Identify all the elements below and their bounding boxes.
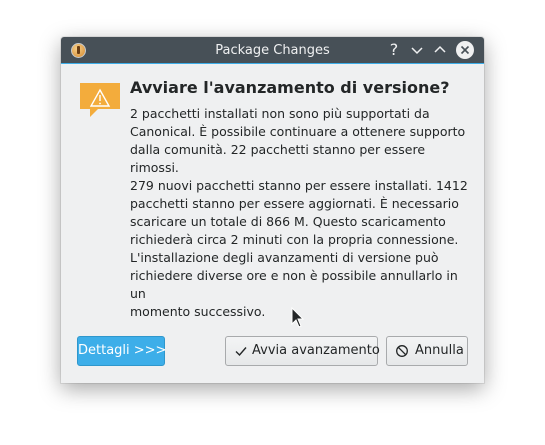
start-upgrade-button[interactable]: Avvia avanzamento — [225, 336, 380, 366]
minimize-button[interactable] — [407, 40, 427, 60]
chevron-up-icon — [434, 45, 446, 53]
maximize-button[interactable] — [430, 40, 450, 60]
message-line: pacchetti stanno per essere aggiornati. … — [130, 196, 459, 211]
message-line: scaricare un totale di 866 M. Questo sca… — [130, 214, 446, 229]
help-button[interactable]: ? — [384, 40, 404, 60]
close-button[interactable] — [456, 41, 474, 59]
checkmark-icon — [235, 347, 247, 357]
message-line: Canonical. È possibile continuare a otte… — [130, 124, 466, 139]
cancel-label: Annulla — [415, 343, 464, 358]
close-icon — [460, 45, 470, 55]
warning-icon — [80, 83, 120, 117]
message-line: richiedere diverse ore e non è possibile… — [130, 268, 458, 301]
message-line: dalla comunità. 22 pacchetti stanno per … — [130, 142, 426, 175]
message-line: richiederà circa 2 minuti con la propria… — [130, 232, 459, 247]
message-line: momento successivo. — [130, 304, 266, 319]
title-bar[interactable]: Package Changes ? — [61, 37, 484, 64]
message-line: L'installazione degli avanzamenti di ver… — [130, 250, 439, 265]
cancel-icon — [396, 345, 408, 357]
dialog-heading: Avviare l'avanzamento di versione? — [130, 78, 450, 97]
chevron-down-icon — [411, 47, 423, 55]
details-button[interactable]: Dettagli >>> — [77, 336, 166, 366]
dialog-message: 2 pacchetti installati non sono più supp… — [130, 105, 475, 321]
mouse-pointer-icon — [291, 307, 305, 328]
message-line: 279 nuovi pacchetti stanno per essere in… — [130, 178, 468, 193]
start-upgrade-label: Avvia avanzamento — [252, 343, 380, 358]
cancel-button[interactable]: Annulla — [386, 336, 468, 366]
message-line: 2 pacchetti installati non sono più supp… — [130, 106, 430, 121]
package-changes-dialog: Package Changes ? Avviare l'avanzamento … — [61, 37, 484, 383]
